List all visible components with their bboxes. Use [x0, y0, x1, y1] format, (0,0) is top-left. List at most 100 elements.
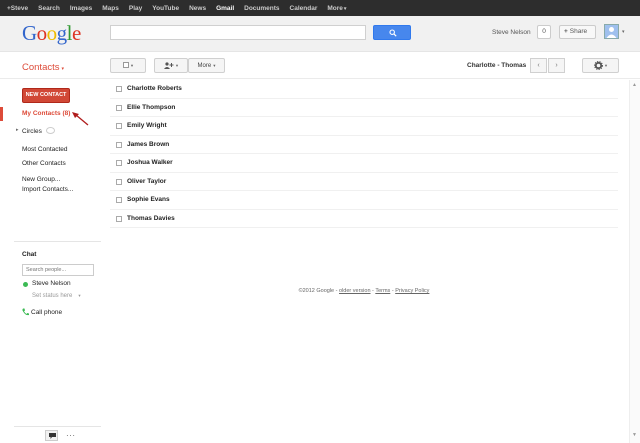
terms-link[interactable]: Terms — [375, 288, 390, 294]
contact-range: Charlotte - Thomas — [467, 62, 527, 69]
search-icon — [389, 29, 397, 37]
new-contact-button[interactable]: NEW CONTACT — [22, 88, 70, 103]
chat-bubble-icon — [49, 433, 56, 439]
contact-row[interactable]: Charlotte Roberts — [110, 80, 618, 99]
checkbox-icon — [122, 62, 129, 69]
contact-row[interactable]: James Brown — [110, 136, 618, 154]
expand-arrow-icon[interactable]: ▸ — [16, 127, 19, 133]
chat-user-name[interactable]: Steve Nelson — [32, 280, 71, 287]
privacy-policy-link[interactable]: Privacy Policy — [395, 288, 429, 294]
contact-name[interactable]: Charlotte Roberts — [127, 85, 182, 92]
chevron-down-icon: ▾ — [61, 66, 65, 72]
chevron-down-icon: ▾ — [130, 63, 134, 68]
top-nav-plus-steve[interactable]: +Steve — [7, 5, 28, 12]
gear-icon — [593, 60, 603, 70]
scroll-up-icon[interactable]: ▲ — [632, 82, 637, 88]
set-status-label: Set status here — [32, 293, 73, 299]
copyright: ©2012 Google - — [298, 288, 340, 294]
settings-button[interactable]: ▾ — [582, 58, 619, 73]
top-nav-more-label: More — [327, 4, 343, 12]
top-nav-more[interactable]: More▾ — [327, 5, 346, 12]
row-checkbox[interactable] — [116, 160, 122, 166]
plus-icon: + — [564, 28, 568, 35]
older-version-link[interactable]: older version — [339, 288, 371, 294]
share-button[interactable]: + Share — [559, 25, 596, 39]
set-status-dropdown[interactable]: Set status here ▾ — [32, 293, 81, 299]
search-button[interactable] — [373, 25, 411, 40]
scrollbar[interactable]: ▲ ▼ — [629, 80, 640, 443]
top-nav: +Steve Search Images Maps Play YouTube N… — [2, 0, 351, 16]
footer: ©2012 Google - older version - Terms - P… — [110, 288, 618, 294]
contact-row[interactable]: Ellie Thompson — [110, 99, 618, 117]
sidebar-item-circles[interactable]: Circles — [22, 128, 42, 135]
contact-name[interactable]: Sophie Evans — [127, 196, 170, 203]
row-checkbox[interactable] — [116, 197, 122, 203]
google-logo[interactable]: Google — [22, 21, 81, 46]
chevron-left-icon: ‹ — [537, 62, 540, 69]
contacts-toolbar: Contacts ▾ ▾ ▾ More ▾ Charlotte - Thomas ‹… — [0, 53, 640, 79]
previous-page-button[interactable]: ‹ — [530, 58, 547, 73]
contact-row[interactable]: Sophie Evans — [110, 191, 618, 210]
chevron-right-icon: › — [555, 62, 558, 69]
arrow-annotation-icon — [72, 112, 89, 126]
contact-row[interactable]: Thomas Davies — [110, 210, 618, 228]
top-nav-maps[interactable]: Maps — [102, 5, 119, 12]
add-to-circles-button[interactable]: ▾ — [154, 58, 188, 73]
sidebar-item-most-contacted[interactable]: Most Contacted — [22, 146, 68, 153]
row-checkbox[interactable] — [116, 123, 122, 129]
row-checkbox[interactable] — [116, 178, 122, 185]
top-nav-documents[interactable]: Documents — [244, 5, 279, 12]
phone-icon — [22, 308, 29, 316]
user-silhouette-icon — [606, 27, 617, 38]
notification-count[interactable]: 0 — [537, 25, 551, 39]
contact-name[interactable]: Oliver Taylor — [127, 178, 166, 185]
chevron-down-icon: ▾ — [213, 63, 216, 68]
contact-name[interactable]: Ellie Thompson — [127, 104, 175, 111]
top-nav-calendar[interactable]: Calendar — [290, 5, 318, 12]
top-nav-images[interactable]: Images — [70, 5, 92, 12]
contact-row[interactable]: Emily Wright — [110, 117, 618, 136]
logo-letter: o — [46, 21, 58, 45]
active-indicator — [0, 107, 3, 121]
row-checkbox[interactable] — [116, 141, 122, 148]
sidebar: NEW CONTACT My Contacts (8) ▸ Circles Mo… — [0, 80, 103, 443]
contact-name[interactable]: Emily Wright — [127, 122, 167, 129]
app-switcher[interactable]: Contacts ▾ — [22, 62, 64, 73]
contact-name[interactable]: James Brown — [127, 141, 169, 148]
sidebar-item-import-contacts[interactable]: Import Contacts... — [22, 186, 73, 193]
search-input[interactable] — [110, 25, 366, 40]
chevron-down-icon: ▾ — [78, 293, 81, 298]
circles-icon — [46, 127, 55, 134]
avatar[interactable] — [604, 24, 619, 39]
top-nav-news[interactable]: News — [189, 5, 206, 12]
user-name[interactable]: Steve Nelson — [492, 29, 531, 36]
search-people-input[interactable] — [22, 264, 94, 276]
logo-letter: G — [22, 21, 37, 45]
chevron-down-icon: ▾ — [343, 5, 347, 12]
sidebar-item-new-group[interactable]: New Group... — [22, 176, 60, 183]
top-nav-gmail[interactable]: Gmail — [216, 5, 234, 12]
top-nav-youtube[interactable]: YouTube — [152, 5, 179, 12]
row-checkbox[interactable] — [116, 104, 122, 111]
row-checkbox[interactable] — [116, 86, 122, 92]
next-page-button[interactable]: › — [548, 58, 565, 73]
call-phone-link[interactable]: Call phone — [31, 309, 62, 316]
chevron-down-icon[interactable]: ▾ — [622, 29, 625, 35]
sidebar-item-other-contacts[interactable]: Other Contacts — [22, 160, 66, 167]
sidebar-item-my-contacts[interactable]: My Contacts (8) — [22, 110, 70, 117]
contact-name[interactable]: Joshua Walker — [127, 159, 173, 166]
contact-row[interactable]: Oliver Taylor — [110, 173, 618, 191]
scroll-down-icon[interactable]: ▼ — [632, 432, 637, 438]
logo-letter: e — [72, 21, 81, 45]
more-options-icon[interactable]: ··· — [66, 431, 76, 440]
logo-letter: o — [36, 21, 48, 45]
contact-row[interactable]: Joshua Walker — [110, 154, 618, 173]
top-nav-search[interactable]: Search — [38, 5, 60, 12]
top-nav-play[interactable]: Play — [129, 5, 142, 12]
chat-bubble-button[interactable] — [45, 430, 58, 441]
select-dropdown-button[interactable]: ▾ — [110, 58, 146, 73]
more-actions-button[interactable]: More ▾ — [188, 58, 225, 73]
divider — [14, 426, 101, 427]
contact-name[interactable]: Thomas Davies — [127, 215, 175, 222]
row-checkbox[interactable] — [116, 215, 122, 222]
